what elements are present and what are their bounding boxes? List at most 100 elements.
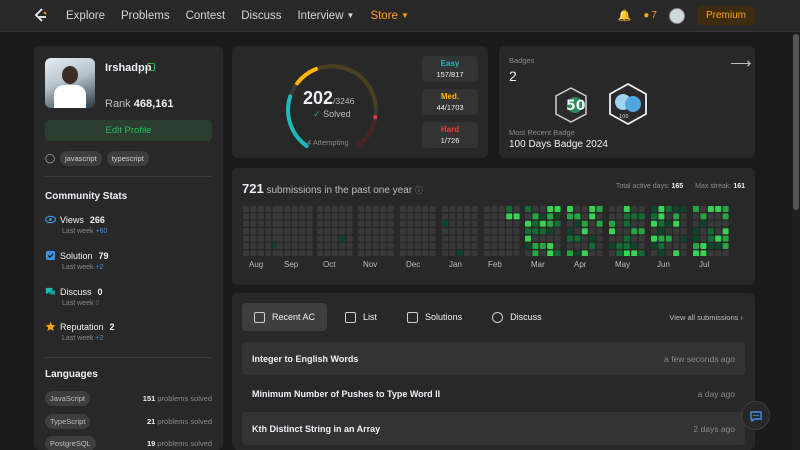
heatmap-cell[interactable] — [491, 228, 498, 235]
heatmap-cell[interactable] — [722, 235, 729, 242]
submission-row[interactable]: Minimum Number of Pushes to Type Word II… — [242, 377, 745, 410]
heatmap-cell[interactable] — [456, 220, 463, 227]
heatmap-cell[interactable] — [429, 228, 436, 235]
heatmap-cell[interactable] — [525, 220, 531, 227]
heatmap-cell[interactable] — [567, 206, 573, 212]
heatmap-cell[interactable] — [673, 220, 680, 227]
heatmap-cell[interactable] — [567, 243, 573, 249]
heatmap-cell[interactable] — [506, 235, 513, 242]
heatmap-cell[interactable] — [680, 235, 687, 242]
heatmap-cell[interactable] — [365, 235, 372, 242]
heatmap-cell[interactable] — [658, 228, 665, 235]
heatmap-cell[interactable] — [346, 243, 353, 249]
heatmap-cell[interactable] — [623, 206, 630, 212]
heatmap-cell[interactable] — [358, 235, 364, 242]
heatmap-cell[interactable] — [250, 243, 257, 249]
heatmap-cell[interactable] — [715, 228, 722, 235]
heatmap-cell[interactable] — [722, 213, 729, 220]
difficulty-medium[interactable]: Med. 44/1703 — [422, 89, 478, 115]
heatmap-cell[interactable] — [715, 206, 722, 212]
heatmap-cell[interactable] — [400, 235, 406, 242]
heatmap-cell[interactable] — [471, 213, 478, 220]
heatmap-cell[interactable] — [673, 206, 680, 212]
heatmap-cell[interactable] — [525, 250, 531, 256]
heatmap-cell[interactable] — [581, 220, 588, 227]
heatmap-cell[interactable] — [324, 228, 331, 235]
heatmap-cell[interactable] — [506, 213, 513, 220]
heatmap-cell[interactable] — [623, 235, 630, 242]
heatmap-cell[interactable] — [299, 220, 306, 227]
heatmap-cell[interactable] — [372, 228, 379, 235]
heatmap-cell[interactable] — [609, 235, 615, 242]
heatmap-cell[interactable] — [456, 235, 463, 242]
heatmap-cell[interactable] — [284, 220, 291, 227]
info-icon[interactable]: ⓘ — [415, 186, 423, 195]
heatmap-cell[interactable] — [554, 243, 561, 249]
heatmap-cell[interactable] — [658, 213, 665, 220]
heatmap-cell[interactable] — [638, 243, 645, 249]
heatmap-cell[interactable] — [464, 250, 471, 256]
heatmap-cell[interactable] — [429, 235, 436, 242]
heatmap-cell[interactable] — [693, 228, 699, 235]
heatmap-cell[interactable] — [257, 235, 264, 242]
heatmap-cell[interactable] — [715, 220, 722, 227]
heatmap-cell[interactable] — [554, 220, 561, 227]
nav-explore[interactable]: Explore — [66, 10, 105, 22]
heatmap-cell[interactable] — [491, 220, 498, 227]
heatmap-cell[interactable] — [631, 206, 638, 212]
heatmap-cell[interactable] — [284, 243, 291, 249]
heatmap-cell[interactable] — [277, 243, 283, 249]
heatmap-cell[interactable] — [513, 235, 520, 242]
heatmap-cell[interactable] — [291, 235, 298, 242]
heatmap-cell[interactable] — [707, 220, 714, 227]
heatmap-cell[interactable] — [339, 235, 346, 242]
heatmap-cell[interactable] — [616, 206, 623, 212]
heatmap-cell[interactable] — [422, 235, 429, 242]
heatmap-cell[interactable] — [532, 220, 539, 227]
skill-tag[interactable]: javascript — [60, 151, 102, 166]
heatmap-cell[interactable] — [387, 213, 394, 220]
heatmap-cell[interactable] — [506, 228, 513, 235]
heatmap-cell[interactable] — [365, 243, 372, 249]
heatmap-cell[interactable] — [638, 235, 645, 242]
heatmap-cell[interactable] — [277, 250, 283, 256]
heatmap-cell[interactable] — [339, 213, 346, 220]
heatmap-cell[interactable] — [243, 213, 249, 220]
heatmap-cell[interactable] — [250, 213, 257, 220]
heatmap-cell[interactable] — [609, 243, 615, 249]
heatmap-cell[interactable] — [707, 213, 714, 220]
heatmap-cell[interactable] — [429, 220, 436, 227]
heatmap-cell[interactable] — [665, 220, 672, 227]
heatmap-cell[interactable] — [243, 206, 249, 212]
heatmap-cell[interactable] — [358, 250, 364, 256]
heatmap-cell[interactable] — [722, 206, 729, 212]
heatmap-cell[interactable] — [243, 235, 249, 242]
heatmap-cell[interactable] — [407, 228, 414, 235]
heatmap-cell[interactable] — [407, 243, 414, 249]
heatmap-cell[interactable] — [429, 213, 436, 220]
heatmap-cell[interactable] — [339, 228, 346, 235]
heatmap-cell[interactable] — [651, 228, 657, 235]
heatmap-cell[interactable] — [414, 228, 421, 235]
heatmap-cell[interactable] — [372, 250, 379, 256]
heatmap-cell[interactable] — [380, 206, 387, 212]
heatmap-cell[interactable] — [498, 213, 505, 220]
heatmap-cell[interactable] — [658, 206, 665, 212]
heatmap-cell[interactable] — [693, 243, 699, 249]
heatmap-cell[interactable] — [407, 213, 414, 220]
heatmap-cell[interactable] — [498, 220, 505, 227]
heatmap-cell[interactable] — [339, 243, 346, 249]
heatmap-cell[interactable] — [574, 250, 581, 256]
heatmap-cell[interactable] — [331, 243, 338, 249]
heatmap-cell[interactable] — [265, 206, 272, 212]
tab-recent-ac[interactable]: Recent AC — [242, 303, 328, 331]
heatmap-cell[interactable] — [715, 243, 722, 249]
heatmap-cell[interactable] — [700, 213, 707, 220]
heatmap-cell[interactable] — [471, 235, 478, 242]
heatmap-cell[interactable] — [651, 220, 657, 227]
heatmap-cell[interactable] — [429, 206, 436, 212]
heatmap-cell[interactable] — [700, 243, 707, 249]
heatmap-cell[interactable] — [658, 235, 665, 242]
heatmap-cell[interactable] — [498, 228, 505, 235]
heatmap-cell[interactable] — [257, 213, 264, 220]
